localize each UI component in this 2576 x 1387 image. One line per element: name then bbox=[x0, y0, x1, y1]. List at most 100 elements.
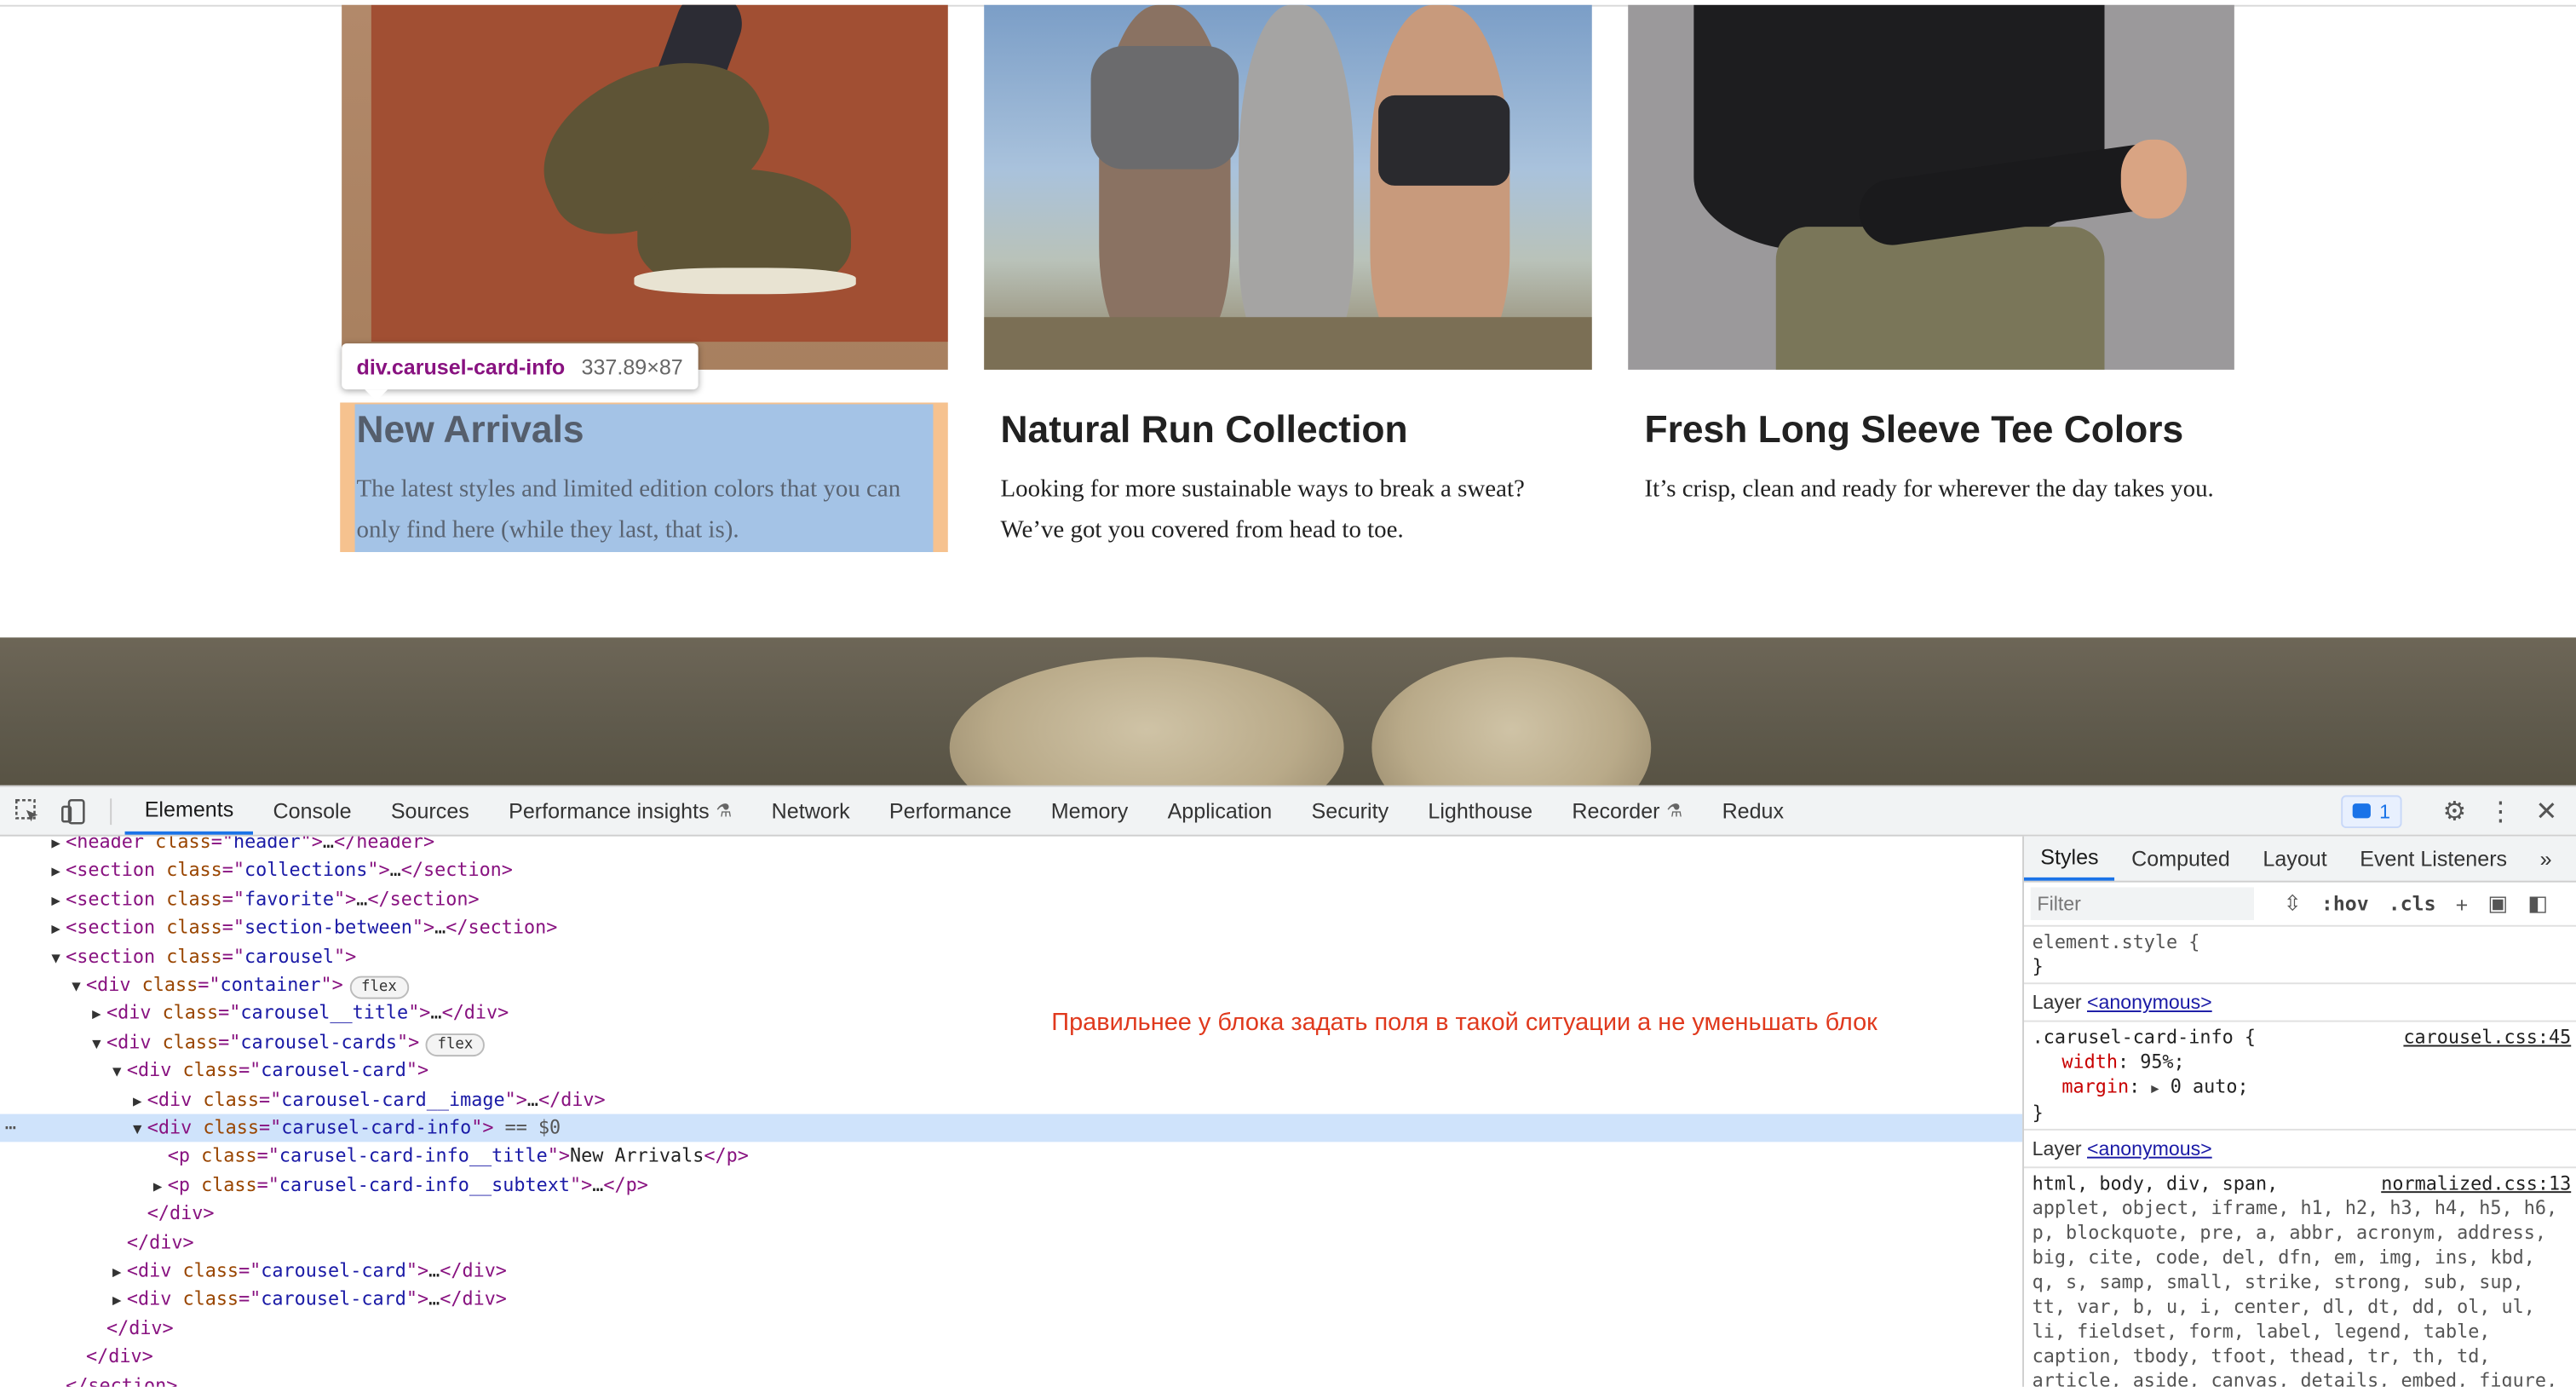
dom-node-line[interactable]: </div> bbox=[0, 1200, 2022, 1228]
card-info-new-arrivals: New Arrivals The latest styles and limit… bbox=[356, 404, 934, 552]
card-image-long-sleeve[interactable] bbox=[1628, 4, 2234, 370]
dom-node-line[interactable]: ▼ <section class="carousel"> bbox=[0, 942, 2022, 970]
tooltip-selector: div.carusel-card-info bbox=[356, 354, 566, 379]
dom-node-line[interactable]: ▼ <div class="container"> flex bbox=[0, 971, 2022, 999]
card-title[interactable]: New Arrivals bbox=[356, 404, 934, 453]
tab-performance[interactable]: Performance bbox=[870, 787, 1032, 835]
rule-normalized[interactable]: html, body, div, span, normalized.css:13… bbox=[2024, 1168, 2576, 1387]
tab-lighthouse[interactable]: Lighthouse bbox=[1408, 787, 1552, 835]
toggle-pane-icon[interactable]: ⇳ bbox=[2284, 890, 2302, 917]
tab-application[interactable]: Application bbox=[1147, 787, 1291, 835]
settings-gear-icon[interactable]: ⚙ bbox=[2431, 794, 2477, 827]
expand-triangle-icon[interactable]: ▶ bbox=[107, 1260, 127, 1288]
expand-triangle-icon[interactable]: ▶ bbox=[128, 1089, 147, 1117]
elements-dom-tree: ▶ <header class="header">…</header> ▶ <sect… bbox=[0, 837, 2023, 1387]
styles-filter-input[interactable]: Filter bbox=[2030, 887, 2254, 920]
sidebar-toggle-icon[interactable]: ◧ bbox=[2527, 890, 2548, 917]
dom-node-line[interactable]: ▶ <div class="carousel-card">…</div> bbox=[0, 1257, 2022, 1285]
tab-performance-insights[interactable]: Performance insights ⚗ bbox=[489, 787, 752, 835]
flex-badge[interactable]: flex bbox=[349, 976, 409, 999]
expand-triangle-icon[interactable]: ▼ bbox=[107, 1060, 127, 1088]
styles-tab-computed[interactable]: Computed bbox=[2115, 837, 2246, 881]
card-info-natural-run: Natural Run Collection Looking for more … bbox=[1000, 404, 1578, 552]
hov-toggle[interactable]: :hov bbox=[2321, 892, 2369, 915]
close-icon[interactable]: ✕ bbox=[2523, 794, 2569, 827]
dom-node-line[interactable]: ▶ <section class="collections">…</section… bbox=[0, 857, 2022, 885]
dom-node-line[interactable]: </div> bbox=[0, 1314, 2022, 1342]
expand-triangle-icon[interactable]: ▶ bbox=[87, 1003, 106, 1031]
kebab-menu-icon[interactable]: ⋮ bbox=[2477, 794, 2523, 827]
tab-elements[interactable]: Elements bbox=[124, 787, 254, 835]
source-link[interactable]: carousel.css:45 bbox=[2403, 1025, 2571, 1050]
dom-node-line[interactable]: ▶ <div class="carousel-card__image">…</di… bbox=[0, 1085, 2022, 1114]
card-subtext: Looking for more sustainable ways to bre… bbox=[1000, 476, 1525, 544]
tab-network[interactable]: Network bbox=[752, 787, 870, 835]
experimental-flask-icon: ⚗ bbox=[1666, 802, 1683, 822]
tab-redux[interactable]: Redux bbox=[1702, 787, 1803, 835]
expand-triangle-icon[interactable]: ▼ bbox=[46, 946, 66, 974]
tab-memory[interactable]: Memory bbox=[1032, 787, 1148, 835]
runner-2 bbox=[1239, 4, 1354, 359]
element-style-rule[interactable]: element.style { } bbox=[2023, 927, 2576, 985]
rule-carusel-card-info[interactable]: .carusel-card-info { carousel.css:45 wid… bbox=[2023, 1022, 2576, 1131]
dom-node-line[interactable]: </div> bbox=[0, 1229, 2022, 1257]
dom-node-line[interactable]: ▼ <div class="carousel-card"> bbox=[0, 1056, 2022, 1085]
dom-node-line[interactable]: </section> bbox=[0, 1372, 2022, 1386]
experimental-flask-icon: ⚗ bbox=[716, 802, 733, 822]
annotation-note: Правильнее у блока задать поля в такой с… bbox=[1051, 1009, 1877, 1037]
expand-triangle-icon[interactable]: ▼ bbox=[66, 975, 86, 1003]
expand-triangle-icon[interactable]: ▼ bbox=[87, 1032, 106, 1060]
dom-node-line[interactable]: <p class="carusel-card-info__title">New … bbox=[0, 1142, 2022, 1171]
tooltip-dimensions: 337.89×87 bbox=[581, 354, 683, 379]
expand-triangle-icon[interactable]: ▶ bbox=[46, 889, 66, 917]
styles-filter-row: Filter ⇳ :hov .cls + ▣ ◧ bbox=[2023, 883, 2576, 927]
dom-node-line[interactable]: ▶ <div class="carousel-card">…</div> bbox=[0, 1286, 2022, 1314]
card-subtext: The latest styles and limited edition co… bbox=[356, 476, 901, 544]
inspect-element-icon[interactable] bbox=[5, 788, 51, 834]
source-link[interactable]: normalized.css:13 bbox=[2381, 1171, 2571, 1196]
expand-triangle-icon[interactable]: ▶ bbox=[46, 918, 66, 946]
tab-recorder[interactable]: Recorder ⚗ bbox=[1552, 787, 1702, 835]
flex-badge[interactable]: flex bbox=[426, 1033, 485, 1056]
styles-tab-styles[interactable]: Styles bbox=[2023, 837, 2115, 881]
styles-tab-event-listeners[interactable]: Event Listeners bbox=[2343, 837, 2523, 881]
message-icon bbox=[2353, 803, 2372, 819]
card-title[interactable]: Natural Run Collection bbox=[1000, 404, 1578, 453]
expand-triangle-icon[interactable]: ▶ bbox=[148, 1175, 168, 1203]
layer-anonymous-2: Layer <anonymous> bbox=[2023, 1131, 2576, 1169]
dom-node-line[interactable]: </div> bbox=[0, 1343, 2022, 1371]
devtools-tabbar: Elements Console Sources Performance insigh… bbox=[0, 786, 2576, 837]
card-image-natural-run[interactable] bbox=[984, 4, 1592, 370]
layer-link[interactable]: <anonymous> bbox=[2087, 1137, 2212, 1160]
paint-icon[interactable]: ▣ bbox=[2487, 890, 2508, 917]
dom-node-line[interactable]: ▶ <section class="favorite">…</section> bbox=[0, 885, 2022, 913]
dom-node-line[interactable]: ▶ <section class="section-between">…</sec… bbox=[0, 914, 2022, 942]
device-toolbar-icon[interactable] bbox=[51, 788, 97, 834]
layer-anonymous-1: Layer <anonymous> bbox=[2023, 984, 2576, 1022]
inspect-tooltip: div.carusel-card-info 337.89×87 bbox=[342, 343, 699, 401]
styles-sidebar: Styles Computed Layout Event Listeners» Fil… bbox=[2022, 836, 2576, 1387]
add-rule-icon[interactable]: + bbox=[2456, 891, 2469, 916]
card-title[interactable]: Fresh Long Sleeve Tee Colors bbox=[1644, 404, 2222, 453]
card-info-long-sleeve: Fresh Long Sleeve Tee Colors It’s crisp,… bbox=[1644, 404, 2222, 510]
card-image-new-arrivals[interactable] bbox=[342, 4, 948, 370]
card-subtext: It’s crisp, clean and ready for wherever… bbox=[1644, 476, 2214, 504]
tab-security[interactable]: Security bbox=[1291, 787, 1408, 835]
cls-toggle[interactable]: .cls bbox=[2389, 892, 2436, 915]
issues-badge[interactable]: 1 bbox=[2341, 794, 2402, 828]
styles-tab-layout[interactable]: Layout bbox=[2246, 837, 2343, 881]
more-tabs-icon[interactable]: » bbox=[2523, 837, 2568, 881]
expand-triangle-icon[interactable]: ▼ bbox=[128, 1117, 147, 1145]
dom-node-line[interactable]: ▶ <header class="header">…</header> bbox=[0, 837, 2022, 856]
expand-triangle-icon[interactable]: ▶ bbox=[107, 1289, 127, 1317]
dom-node-line[interactable]: ⋯ ▼ <div class="carusel-card-info"> == $0 bbox=[0, 1114, 2023, 1145]
tab-console[interactable]: Console bbox=[253, 787, 371, 835]
tab-sources[interactable]: Sources bbox=[371, 787, 489, 835]
expand-triangle-icon[interactable]: ▶ bbox=[46, 860, 66, 888]
dom-node-line[interactable]: ▶ <p class="carusel-card-info__subtext">…… bbox=[0, 1171, 2022, 1200]
devtools-panel: Elements Console Sources Performance insigh… bbox=[0, 785, 2576, 1387]
node-actions-icon[interactable]: ⋯ bbox=[5, 1114, 16, 1142]
layer-link[interactable]: <anonymous> bbox=[2087, 991, 2212, 1014]
wood-banner-image bbox=[0, 637, 2576, 786]
expand-triangle-icon[interactable]: ▶ bbox=[2151, 1081, 2159, 1096]
